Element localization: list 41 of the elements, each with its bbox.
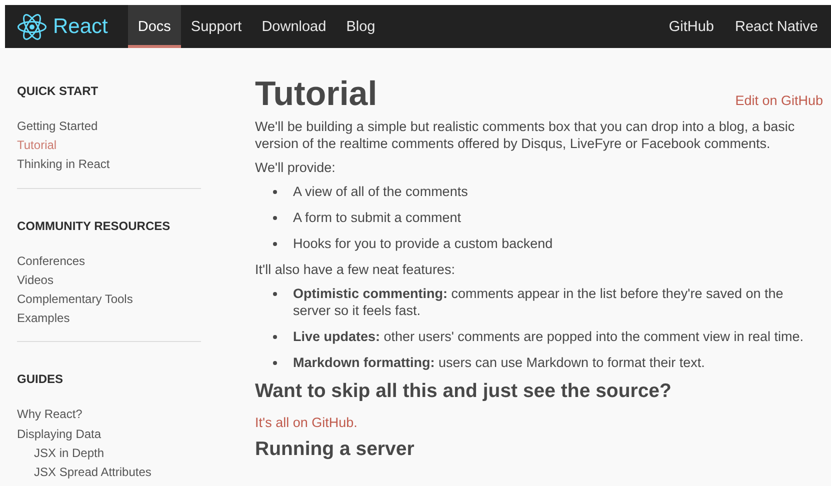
list-item-text: Markdown formatting: users can use Markdown to format their text.: [293, 354, 705, 371]
section-heading: COMMUNITY RESOURCES: [17, 218, 170, 233]
paragraph: It'll also have a few neat features:: [255, 261, 456, 278]
section-heading: Running a server: [255, 438, 416, 460]
list-item-text: Hooks for you to provide a custom backend: [293, 235, 553, 252]
paragraph: We'll provide:: [255, 159, 336, 176]
sidebar-link[interactable]: Thinking in React: [17, 155, 110, 175]
bullet-icon: [273, 216, 277, 220]
sidebar-link[interactable]: Conferences: [17, 252, 86, 271]
react-logo-link[interactable]: React: [5, 5, 128, 48]
bullet-icon: [273, 292, 277, 296]
list-item-text: Optimistic commenting: comments appear in the list before they're saved on the server so it feels fast.: [293, 285, 784, 319]
atom-icon: [17, 12, 47, 40]
paragraph: We'll be building a simple but realistic comments box that you can drop into a blog, a basic version of the realtime comments offered by Disqus, LiveFyre or Facebook comments.: [255, 118, 796, 152]
nav-link[interactable]: Support: [180, 5, 252, 48]
bullet-icon: [273, 335, 277, 339]
nav-link[interactable]: Download: [252, 5, 336, 48]
sidebar-link[interactable]: JSX in Depth: [34, 444, 104, 464]
section-heading: QUICK START: [17, 84, 98, 98]
sidebar-link[interactable]: JSX Spread Attributes: [34, 463, 152, 482]
list-item-text: Live updates: other users' comments are popped into the comment view in real time.: [293, 328, 804, 345]
list-item-text: A form to submit a comment: [293, 209, 462, 226]
nav-link[interactable]: Docs: [128, 5, 181, 48]
sidebar-link[interactable]: Getting Started: [17, 117, 98, 136]
sidebar-link[interactable]: Videos: [17, 270, 54, 290]
bullet-icon: [273, 190, 277, 194]
github-link[interactable]: It's all on GitHub.: [255, 415, 358, 430]
nav-link[interactable]: Blog: [336, 5, 386, 48]
bullet-icon: [273, 242, 277, 246]
page-title: Tutorial: [255, 74, 378, 114]
nav-link[interactable]: GitHub: [658, 5, 724, 48]
edit-link[interactable]: Edit on GitHub: [735, 93, 823, 108]
sidebar-link[interactable]: Why React?: [17, 405, 82, 425]
bullet-icon: [273, 361, 277, 365]
section-heading: GUIDES: [17, 372, 64, 386]
nav-link[interactable]: React Native: [724, 5, 828, 48]
list-item-text: A view of all of the comments: [293, 183, 468, 200]
section-heading: Want to skip all this and just see the source?: [255, 380, 672, 402]
sidebar-link[interactable]: Complementary Tools: [17, 290, 133, 310]
sidebar-link[interactable]: Displaying Data: [17, 424, 102, 444]
sidebar-link[interactable]: Examples: [17, 309, 70, 328]
